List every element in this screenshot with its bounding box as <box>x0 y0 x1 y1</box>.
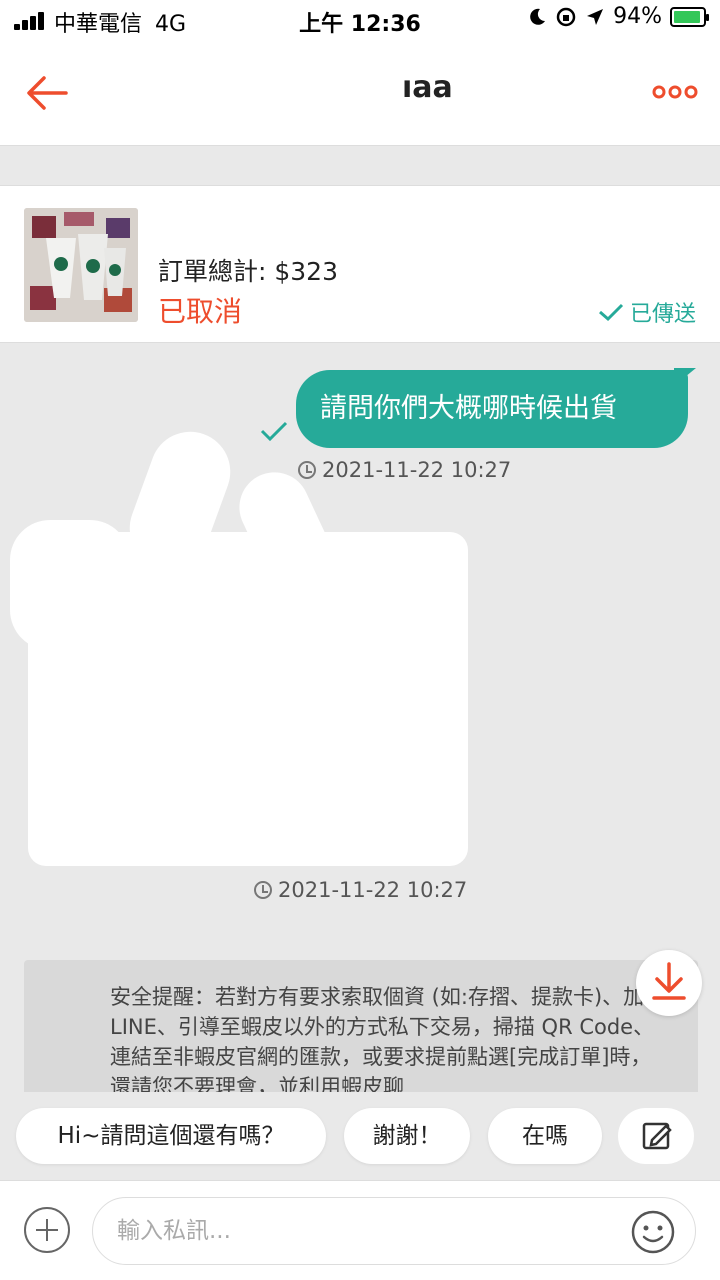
quick-reply-3[interactable]: 在嗎 <box>488 1108 602 1164</box>
more-options-icon[interactable] <box>652 82 698 102</box>
message-timestamp: 2021-11-22 10:27 <box>254 878 467 902</box>
quick-reply-1[interactable]: Hi~請問這個還有嗎？ <box>16 1108 326 1164</box>
edit-quick-replies-button[interactable] <box>618 1108 694 1164</box>
safety-notice-text: 安全提醒：若對方有要求索取個資 (如:存摺、提款卡)、加 LINE、引導至蝦皮以… <box>110 985 655 1092</box>
sent-label: 已傳送 <box>629 302 696 327</box>
rotation-lock-icon <box>556 7 576 26</box>
clock-icon <box>254 881 272 899</box>
battery-percent: 94% <box>613 4 662 29</box>
chat-header: ıaa <box>0 40 720 146</box>
message-input-bar <box>0 1180 720 1280</box>
product-thumbnail[interactable] <box>24 208 138 322</box>
add-attachment-icon[interactable] <box>24 1207 70 1253</box>
quick-reply-2[interactable]: 謝謝！ <box>344 1108 470 1164</box>
location-icon <box>587 8 604 25</box>
order-status: 已取消 <box>158 295 243 328</box>
order-total: 訂單總計: $323 <box>158 257 338 286</box>
read-check-icon <box>260 421 288 442</box>
back-arrow-icon[interactable] <box>22 68 72 118</box>
battery-icon <box>670 6 709 27</box>
sent-status: 已傳送 <box>598 296 696 328</box>
safety-notice: 安全提醒：若對方有要求索取個資 (如:存摺、提款卡)、加 LINE、引導至蝦皮以… <box>24 960 698 1092</box>
order-card[interactable]: 訂單總計: $323 已取消 已傳送 <box>0 185 720 343</box>
received-message-redacted[interactable] <box>28 532 468 866</box>
sent-message-bubble[interactable]: 請問你們大概哪時候出貨 <box>296 370 688 448</box>
status-bar: 中華電信 4G 上午 12:36 94% <box>0 0 720 40</box>
edit-icon <box>642 1122 672 1150</box>
message-timestamp: 2021-11-22 10:27 <box>298 458 511 482</box>
status-icons: 94% <box>527 4 709 29</box>
download-arrow-icon <box>652 962 686 1000</box>
chat-title: ıaa <box>402 70 453 105</box>
scroll-to-bottom-button[interactable] <box>636 950 702 1016</box>
clock-icon <box>298 461 316 479</box>
moon-icon <box>530 8 546 25</box>
message-input[interactable] <box>92 1197 696 1265</box>
check-icon <box>598 303 624 322</box>
emoji-icon[interactable] <box>630 1209 676 1255</box>
